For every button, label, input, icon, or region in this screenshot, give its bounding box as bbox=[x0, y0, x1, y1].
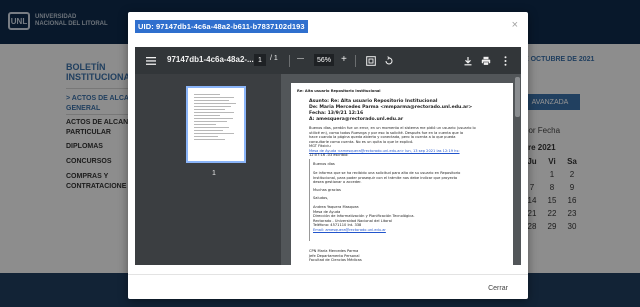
document-modal: UID: 97147db1-4c6a-48a2-b611-b7837102d19… bbox=[128, 12, 528, 299]
body-line: 12:07:16 -03 escribió: bbox=[309, 153, 349, 157]
quote-line: Buenos días bbox=[313, 162, 335, 166]
quote-line-link[interactable]: Email: amesquera@rectorado.unl.edu.ar bbox=[313, 228, 386, 233]
modal-footer-divider bbox=[128, 274, 528, 275]
page-total: / 1 bbox=[270, 55, 278, 62]
close-button[interactable]: Cerrar bbox=[480, 281, 516, 296]
email-asunto: Asunto: Re: Alta usuario Repositorio Ins… bbox=[309, 99, 438, 104]
page-current[interactable]: 1 bbox=[254, 54, 266, 66]
thumbnail-preview bbox=[194, 94, 238, 142]
zoom-value[interactable]: 56% bbox=[314, 54, 334, 66]
download-icon[interactable] bbox=[462, 55, 473, 66]
more-vert-icon[interactable] bbox=[501, 55, 509, 66]
toolbar-divider bbox=[355, 55, 356, 67]
email-date: Fecha: 13/9/21 12:16 bbox=[309, 111, 364, 116]
close-icon[interactable]: × bbox=[512, 19, 518, 31]
zoom-out-button[interactable]: — bbox=[297, 55, 304, 62]
quote-bar bbox=[309, 159, 310, 241]
pdf-scrollbar[interactable] bbox=[515, 77, 520, 117]
page-thumbnail[interactable] bbox=[186, 86, 246, 163]
toolbar-divider bbox=[289, 55, 290, 67]
page-input[interactable]: 1 bbox=[254, 54, 266, 66]
fit-page-icon[interactable] bbox=[365, 55, 376, 66]
rotate-icon[interactable] bbox=[383, 55, 394, 66]
pdf-filename: 97147db1-4c6a-48a2-... bbox=[167, 55, 254, 64]
hamburger-icon[interactable] bbox=[145, 55, 157, 66]
print-icon[interactable] bbox=[480, 55, 491, 66]
pdf-toolbar: 97147db1-4c6a-48a2-... 1 / 1 — 56% + bbox=[135, 47, 521, 74]
thumbnail-page-number: 1 bbox=[212, 170, 216, 177]
zoom-in-button[interactable]: + bbox=[341, 54, 347, 65]
quote-line: Muchas gracias bbox=[313, 188, 341, 192]
modal-title: UID: 97147db1-4c6a-48a2-b611-b7837102d19… bbox=[135, 20, 308, 33]
email-from: De: Maria Mercedes Parma <mmparma@rector… bbox=[309, 105, 473, 110]
thumbnail-sidebar: 1 bbox=[135, 74, 281, 265]
signature-line: Facultad de Ciencias Médicas bbox=[309, 258, 362, 262]
quote-line: Saludos, bbox=[313, 196, 329, 200]
quote-line: desea gestionar o acceder. bbox=[313, 180, 362, 184]
zoom-input[interactable]: 56% bbox=[314, 54, 334, 66]
email-to: A: amesquera@rectorado.unl.edu.ar bbox=[309, 117, 404, 122]
pdf-page: Re: Alta usuario Repositorio Institucion… bbox=[291, 83, 513, 265]
document-subject-header: Re: Alta usuario Repositorio Institucion… bbox=[297, 89, 381, 93]
pdf-viewer: 97147db1-4c6a-48a2-... 1 / 1 — 56% + 1 R… bbox=[135, 47, 521, 265]
